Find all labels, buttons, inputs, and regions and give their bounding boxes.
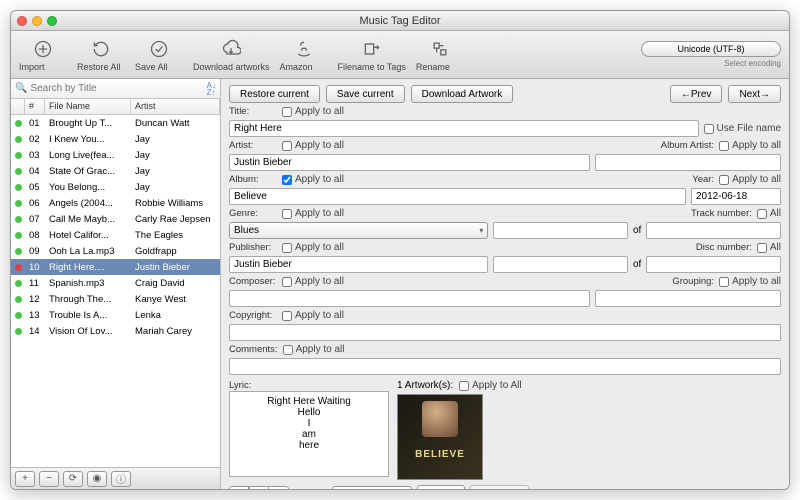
disc-all-checkbox[interactable]	[757, 243, 767, 253]
disc-num-field[interactable]	[493, 256, 628, 273]
artwork-apply-checkbox[interactable]	[459, 381, 469, 391]
encoding-select[interactable]: Unicode (UTF-8)	[641, 41, 781, 57]
toolbar: Import Restore All Save All Download art…	[11, 31, 789, 79]
comments-apply-checkbox[interactable]	[283, 345, 293, 355]
title-field[interactable]: Right Here	[229, 120, 699, 137]
app-window: Music Tag Editor Import Restore All Save…	[10, 10, 790, 490]
composer-apply-checkbox[interactable]	[282, 277, 292, 287]
search-icon: 🔍	[15, 83, 27, 94]
genre-select[interactable]: Blues	[229, 222, 488, 239]
reload-button[interactable]: ⟳	[63, 471, 83, 487]
reveal-button[interactable]: ◉	[87, 471, 107, 487]
remove-artwork-button[interactable]: Remove	[470, 485, 529, 489]
table-row[interactable]: 05You Belong...Jay	[11, 179, 220, 195]
remove-file-button[interactable]: −	[39, 471, 59, 487]
table-row[interactable]: 13Trouble Is A...Lenka	[11, 307, 220, 323]
lyric-source-select[interactable]: LyricWiki	[332, 486, 412, 490]
sort-icon[interactable]: A↓Z↑	[207, 82, 216, 96]
artist-apply-checkbox[interactable]	[282, 141, 292, 151]
restore-all-button[interactable]: Restore All	[77, 37, 125, 72]
album-field[interactable]: Believe	[229, 188, 686, 205]
table-row[interactable]: 14Vision Of Lov...Mariah Carey	[11, 323, 220, 339]
lyric-textarea[interactable]: Right Here WaitingHelloIamhere	[229, 391, 389, 477]
table-row[interactable]: 08Hotel Califor...The Eagles	[11, 227, 220, 243]
amazon-button[interactable]: Amazon	[280, 37, 328, 72]
add-file-button[interactable]: +	[15, 471, 35, 487]
file-list[interactable]: 01Brought Up T...Duncan Watt02I Knew You…	[11, 115, 220, 467]
rename-button[interactable]: Rename	[416, 37, 464, 72]
table-row[interactable]: 01Brought Up T...Duncan Watt	[11, 115, 220, 131]
add-artwork-button[interactable]: Add...	[417, 485, 465, 489]
align-segment[interactable]: ≡≣≡	[229, 486, 289, 489]
prev-button[interactable]: ←Prev	[670, 85, 723, 103]
genre-apply-checkbox[interactable]	[282, 209, 292, 219]
table-row[interactable]: 03Long Live(fea...Jay	[11, 147, 220, 163]
restore-current-button[interactable]: Restore current	[229, 85, 320, 103]
editor-panel: Restore current Save current Download Ar…	[221, 79, 789, 489]
albumartist-apply-checkbox[interactable]	[719, 141, 729, 151]
save-current-button[interactable]: Save current	[326, 85, 405, 103]
encoding-label: Select encoding	[641, 59, 781, 68]
album-apply-checkbox[interactable]	[282, 175, 292, 185]
title-apply-checkbox[interactable]	[282, 107, 292, 117]
album-artist-field[interactable]	[595, 154, 781, 171]
year-field[interactable]: 2012-06-18	[691, 188, 781, 205]
info-button[interactable]: ⓘ	[111, 471, 131, 487]
publisher-apply-checkbox[interactable]	[282, 243, 292, 253]
use-filename-checkbox[interactable]	[704, 124, 714, 134]
publisher-field[interactable]: Justin Bieber	[229, 256, 488, 273]
table-row[interactable]: 10Right Here....Justin Bieber	[11, 259, 220, 275]
sidebar: 🔍 A↓Z↑ # File Name Artist 01Brought Up T…	[11, 79, 221, 489]
table-row[interactable]: 11Spanish.mp3Craig David	[11, 275, 220, 291]
copyright-field[interactable]	[229, 324, 781, 341]
table-row[interactable]: 12Through The...Kanye West	[11, 291, 220, 307]
import-button[interactable]: Import	[19, 37, 67, 72]
save-all-button[interactable]: Save All	[135, 37, 183, 72]
year-apply-checkbox[interactable]	[719, 175, 729, 185]
composer-field[interactable]	[229, 290, 590, 307]
table-row[interactable]: 06Angels (2004...Robbie Williams	[11, 195, 220, 211]
download-artworks-button[interactable]: Download artworks	[193, 37, 270, 72]
next-button[interactable]: Next→	[728, 85, 781, 103]
grouping-field[interactable]	[595, 290, 781, 307]
disc-total-field[interactable]	[646, 256, 781, 273]
track-num-field[interactable]	[493, 222, 628, 239]
download-artwork-button[interactable]: Download Artwork	[411, 85, 514, 103]
artwork-thumbnail[interactable]: BELIEVE	[397, 394, 483, 480]
table-row[interactable]: 09Ooh La La.mp3Goldfrapp	[11, 243, 220, 259]
artist-field[interactable]: Justin Bieber	[229, 154, 590, 171]
track-total-field[interactable]	[646, 222, 781, 239]
track-all-checkbox[interactable]	[757, 209, 767, 219]
table-row[interactable]: 04State Of Grac...Jay	[11, 163, 220, 179]
grouping-apply-checkbox[interactable]	[719, 277, 729, 287]
window-title: Music Tag Editor	[11, 15, 789, 27]
comments-field[interactable]	[229, 358, 781, 375]
table-header: # File Name Artist	[11, 99, 220, 115]
titlebar: Music Tag Editor	[11, 11, 789, 31]
search-input[interactable]	[30, 83, 203, 94]
copyright-apply-checkbox[interactable]	[282, 311, 292, 321]
filename-to-tags-button[interactable]: Filename to Tags	[338, 37, 406, 72]
table-row[interactable]: 02I Knew You...Jay	[11, 131, 220, 147]
table-row[interactable]: 07Call Me Mayb...Carly Rae Jepsen	[11, 211, 220, 227]
